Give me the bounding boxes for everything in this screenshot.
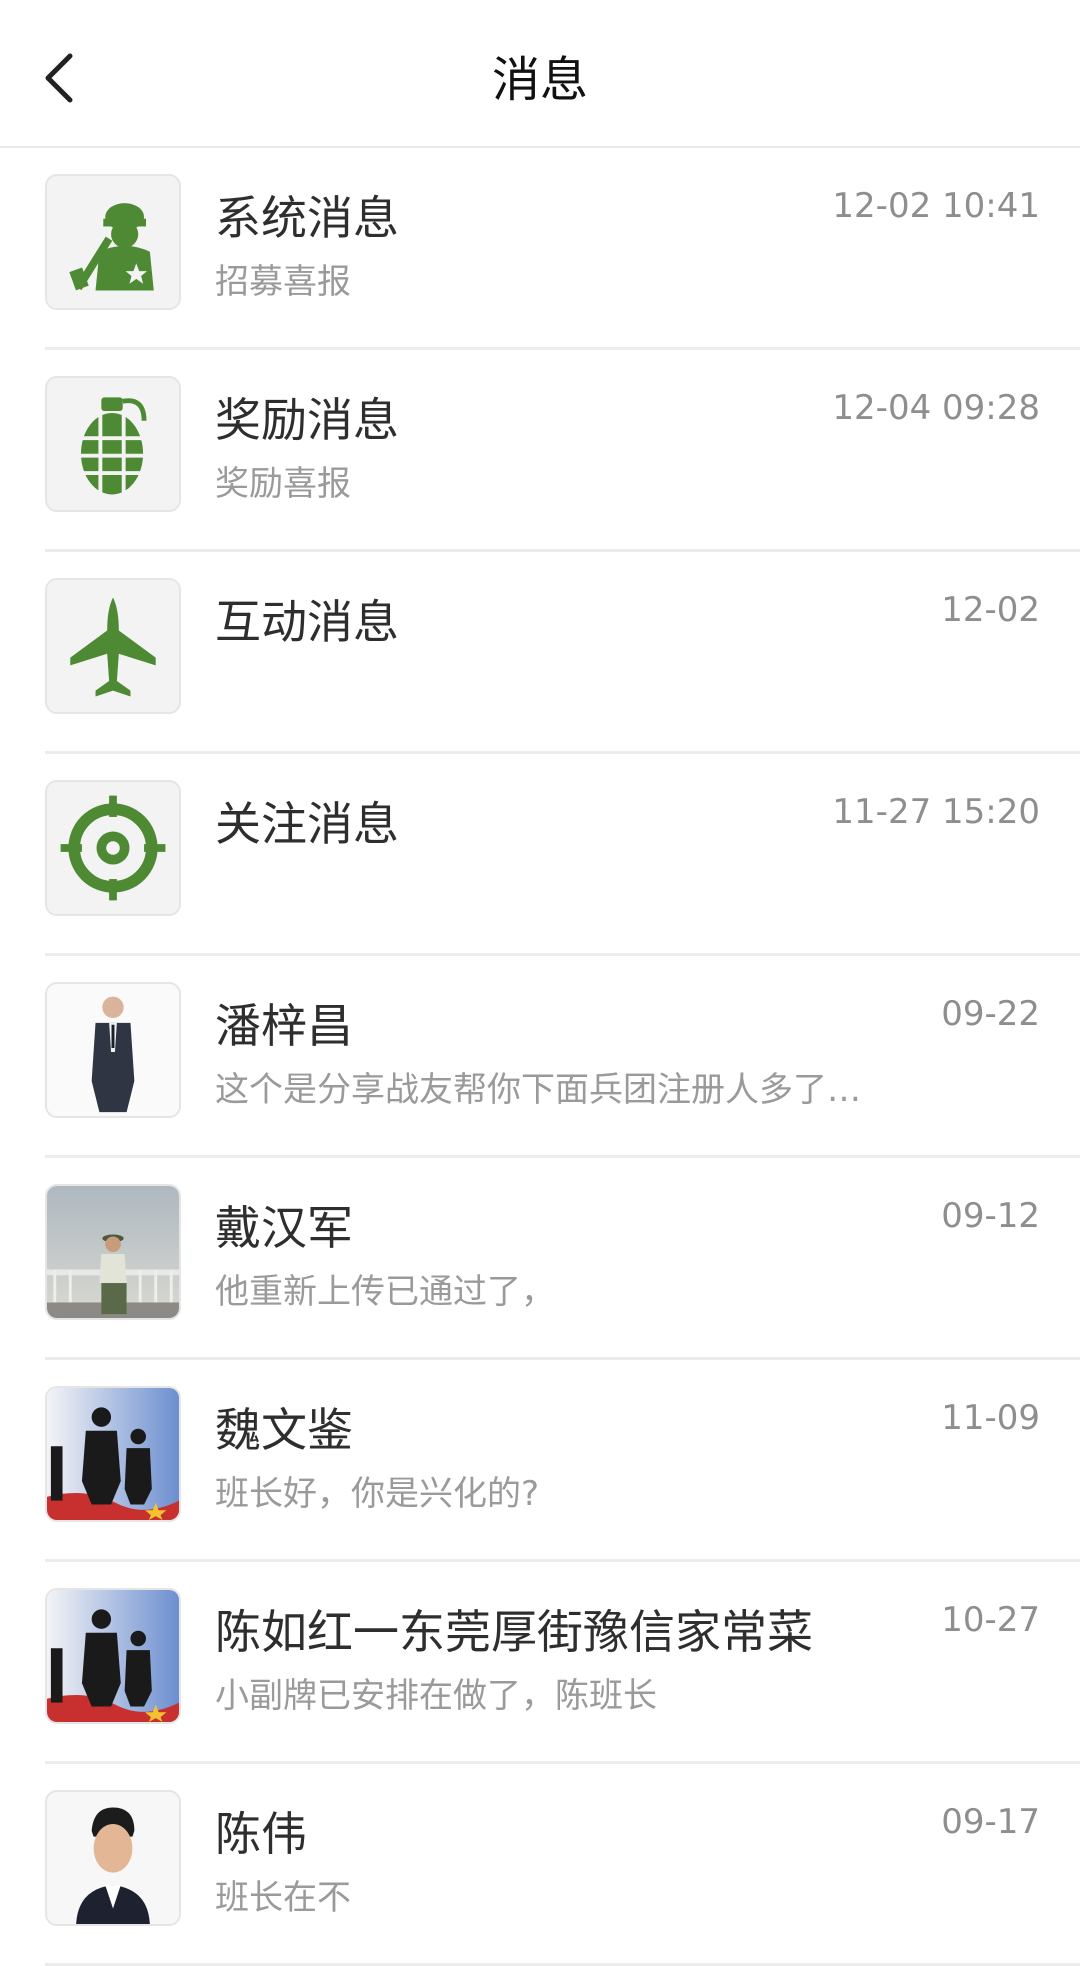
message-sender: 戴汉军	[215, 1201, 353, 1255]
message-time: 09-12	[941, 1196, 1040, 1236]
grenade-icon	[45, 376, 181, 512]
message-sender: 潘梓昌	[215, 999, 353, 1053]
message-sender: 奖励消息	[215, 393, 399, 447]
message-time: 11-27 15:20	[832, 792, 1040, 832]
message-item[interactable]: 戴汉军 他重新上传已通过了， 09-12	[45, 1158, 1080, 1360]
page-title: 消息	[491, 52, 588, 108]
soldier-icon	[45, 174, 181, 310]
avatar	[45, 1588, 181, 1724]
message-preview: 小副牌已安排在做了，陈班长	[215, 1676, 657, 1716]
message-preview: 奖励喜报	[215, 464, 351, 504]
message-preview: 班长在不	[215, 1878, 351, 1918]
message-sender: 魏文鉴	[215, 1403, 353, 1457]
message-list: 系统消息 招募喜报 12-02 10:41 奖励消息 奖励喜报 12-04 09…	[0, 148, 1080, 1966]
message-time: 09-17	[941, 1802, 1040, 1842]
message-sender: 陈伟	[215, 1807, 307, 1861]
message-sender: 系统消息	[215, 191, 399, 245]
message-preview: 班长好，你是兴化的?	[215, 1474, 540, 1514]
avatar	[45, 1184, 181, 1320]
message-preview: 这个是分享战友帮你下面兵团注册人多了…	[215, 1070, 861, 1110]
message-preview: 招募喜报	[215, 262, 351, 302]
message-time: 12-02	[941, 590, 1040, 630]
avatar	[45, 1386, 181, 1522]
message-item-interaction[interactable]: 互动消息 12-02	[45, 552, 1080, 754]
message-time: 09-22	[941, 994, 1040, 1034]
message-sender: 陈如红一东莞厚街豫信家常菜	[215, 1605, 813, 1659]
message-item[interactable]: 陈如红一东莞厚街豫信家常菜 小副牌已安排在做了，陈班长 10-27	[45, 1562, 1080, 1764]
message-time: 12-04 09:28	[832, 388, 1040, 428]
message-sender: 关注消息	[215, 797, 399, 851]
message-item[interactable]: 魏文鉴 班长好，你是兴化的? 11-09	[45, 1360, 1080, 1562]
message-time: 10-27	[941, 1600, 1040, 1640]
avatar	[45, 1790, 181, 1926]
target-icon	[45, 780, 181, 916]
message-time: 11-09	[941, 1398, 1040, 1438]
fighter-jet-icon	[45, 578, 181, 714]
avatar	[45, 982, 181, 1118]
message-sender: 互动消息	[215, 595, 399, 649]
top-bar: 消息	[0, 0, 1080, 148]
message-preview: 他重新上传已通过了，	[215, 1272, 555, 1312]
message-item-follow[interactable]: 关注消息 11-27 15:20	[45, 754, 1080, 956]
message-item-reward[interactable]: 奖励消息 奖励喜报 12-04 09:28	[45, 350, 1080, 552]
message-item-system[interactable]: 系统消息 招募喜报 12-02 10:41	[45, 148, 1080, 350]
message-time: 12-02 10:41	[832, 186, 1040, 226]
message-item[interactable]: 潘梓昌 这个是分享战友帮你下面兵团注册人多了… 09-22	[45, 956, 1080, 1158]
message-item[interactable]: 陈伟 班长在不 09-17	[45, 1764, 1080, 1966]
